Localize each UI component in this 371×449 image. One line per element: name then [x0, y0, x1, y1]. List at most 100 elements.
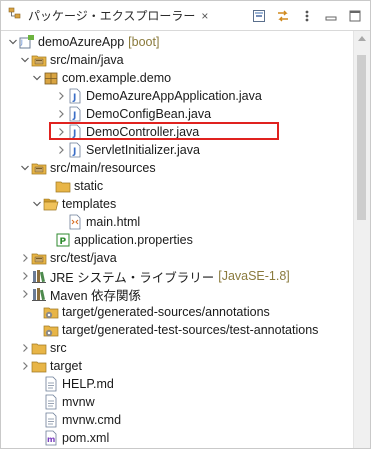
- source-folder-gear-icon: [43, 304, 59, 320]
- chevron-right-icon[interactable]: [55, 141, 67, 159]
- java-file-icon: J: [67, 106, 83, 122]
- view-menu-button[interactable]: [298, 7, 316, 25]
- package-explorer-window: パッケージ・エクスプローラー × J demoAzureApp [boot] s…: [0, 0, 371, 449]
- tree-item-label: pom.xml: [62, 431, 110, 445]
- tree-item[interactable]: src/test/java: [19, 249, 117, 267]
- tree-item-decoration: [JavaSE-1.8]: [218, 269, 290, 283]
- tree-item-label: DemoAzureAppApplication.java: [86, 89, 262, 103]
- tree-item[interactable]: target: [19, 357, 82, 375]
- chevron-down-icon[interactable]: [7, 33, 19, 51]
- chevron-down-icon[interactable]: [19, 159, 31, 177]
- chevron-right-icon[interactable]: [19, 267, 31, 285]
- tree-item[interactable]: mvnw: [31, 393, 95, 411]
- view-title: パッケージ・エクスプローラー: [28, 9, 196, 23]
- java-file-icon: J: [67, 88, 83, 104]
- svg-text:J: J: [72, 93, 76, 103]
- text-file-icon: [43, 412, 59, 428]
- java-file-icon: J: [67, 124, 83, 140]
- scroll-up-arrow-icon[interactable]: [358, 36, 366, 41]
- chevron-right-icon[interactable]: [19, 357, 31, 375]
- package-icon: [43, 70, 59, 86]
- tree-item-label: target/generated-sources/annotations: [62, 305, 270, 319]
- tree-item-label: JRE システム・ライブラリー: [50, 270, 215, 285]
- package-explorer-icon: [8, 7, 22, 24]
- tree-item-label: ServletInitializer.java: [86, 143, 200, 157]
- tree-item-label: main.html: [86, 215, 141, 229]
- properties-file-icon: P: [55, 232, 71, 248]
- tree-item[interactable]: J DemoController.java: [55, 123, 199, 141]
- scrollbar-thumb[interactable]: [357, 55, 366, 220]
- svg-text:P: P: [60, 237, 67, 247]
- tree-item[interactable]: mvnw.cmd: [31, 411, 121, 429]
- tree-item[interactable]: Papplication.properties: [43, 231, 193, 249]
- vertical-scrollbar[interactable]: [353, 31, 370, 448]
- tree-item[interactable]: Maven 依存関係: [19, 285, 141, 303]
- tree-item[interactable]: src/main/resources: [19, 159, 156, 177]
- chevron-right-icon[interactable]: [55, 105, 67, 123]
- tree-item-label: src: [50, 341, 67, 355]
- tree-item[interactable]: HELP.md: [31, 375, 114, 393]
- tree-item[interactable]: J DemoConfigBean.java: [55, 105, 211, 123]
- tree-item[interactable]: JdemoAzureApp [boot]: [7, 33, 159, 51]
- tree-item-label: src/main/resources: [50, 161, 156, 175]
- chevron-down-icon[interactable]: [19, 51, 31, 69]
- tree-item-label: target: [50, 359, 82, 373]
- tree-item[interactable]: src/main/java: [19, 51, 124, 69]
- tree-item-label: com.example.demo: [62, 71, 172, 85]
- tree-item[interactable]: static: [43, 177, 103, 195]
- text-file-icon: [43, 394, 59, 410]
- svg-text:m: m: [47, 435, 55, 444]
- tree-item[interactable]: target/generated-test-sources/test-annot…: [31, 321, 318, 339]
- tree-item[interactable]: JRE システム・ライブラリー [JavaSE-1.8]: [19, 267, 290, 285]
- tree-item[interactable]: com.example.demo: [31, 69, 171, 87]
- folder-icon: [55, 178, 71, 194]
- text-file-icon: [43, 376, 59, 392]
- maximize-icon: [349, 10, 361, 22]
- tree-item[interactable]: J DemoAzureAppApplication.java: [55, 87, 262, 105]
- package-explorer-tab[interactable]: パッケージ・エクスプローラー ×: [1, 1, 208, 30]
- tree-item[interactable]: src: [19, 339, 67, 357]
- chevron-right-icon[interactable]: [55, 87, 67, 105]
- close-tab-icon[interactable]: ×: [201, 9, 208, 23]
- tree-item-decoration: [boot]: [128, 35, 160, 49]
- chevron-down-icon[interactable]: [31, 195, 43, 213]
- view-header: パッケージ・エクスプローラー ×: [1, 1, 370, 31]
- library-icon: [31, 268, 47, 284]
- svg-text:J: J: [72, 111, 76, 121]
- chevron-right-icon[interactable]: [55, 123, 67, 141]
- chevron-right-icon[interactable]: [19, 285, 31, 303]
- chevron-down-icon[interactable]: [31, 69, 43, 87]
- tree-item-label: demoAzureApp: [38, 35, 125, 49]
- view-toolbar: [250, 6, 364, 26]
- tree-item[interactable]: main.html: [55, 213, 140, 231]
- tree-item-label: DemoConfigBean.java: [86, 107, 212, 121]
- tree-item[interactable]: m pom.xml: [31, 429, 109, 447]
- source-folder-icon: [31, 160, 47, 176]
- project-icon: J: [19, 34, 35, 50]
- svg-text:J: J: [72, 147, 76, 157]
- tree-item-label: templates: [62, 197, 117, 211]
- tree-view: JdemoAzureApp [boot] src/main/java com.exam…: [1, 31, 352, 448]
- tree-item-label: static: [74, 179, 104, 193]
- minimize-button[interactable]: [322, 7, 340, 25]
- tree-item[interactable]: templates: [31, 195, 116, 213]
- tree-item-label: src/test/java: [50, 251, 117, 265]
- chevron-right-icon[interactable]: [19, 249, 31, 267]
- maximize-button[interactable]: [346, 7, 364, 25]
- collapse-all-button[interactable]: [250, 7, 268, 25]
- tree-item-label: src/main/java: [50, 53, 124, 67]
- tree-item[interactable]: target/generated-sources/annotations: [31, 303, 270, 321]
- link-with-editor-button[interactable]: [274, 7, 292, 25]
- tree-item-label: HELP.md: [62, 377, 114, 391]
- tree-item-label: application.properties: [74, 233, 193, 247]
- chevron-right-icon[interactable]: [19, 339, 31, 357]
- tree-item[interactable]: J ServletInitializer.java: [55, 141, 200, 159]
- tree-item-label: DemoController.java: [86, 125, 200, 139]
- source-folder-icon: [31, 52, 47, 68]
